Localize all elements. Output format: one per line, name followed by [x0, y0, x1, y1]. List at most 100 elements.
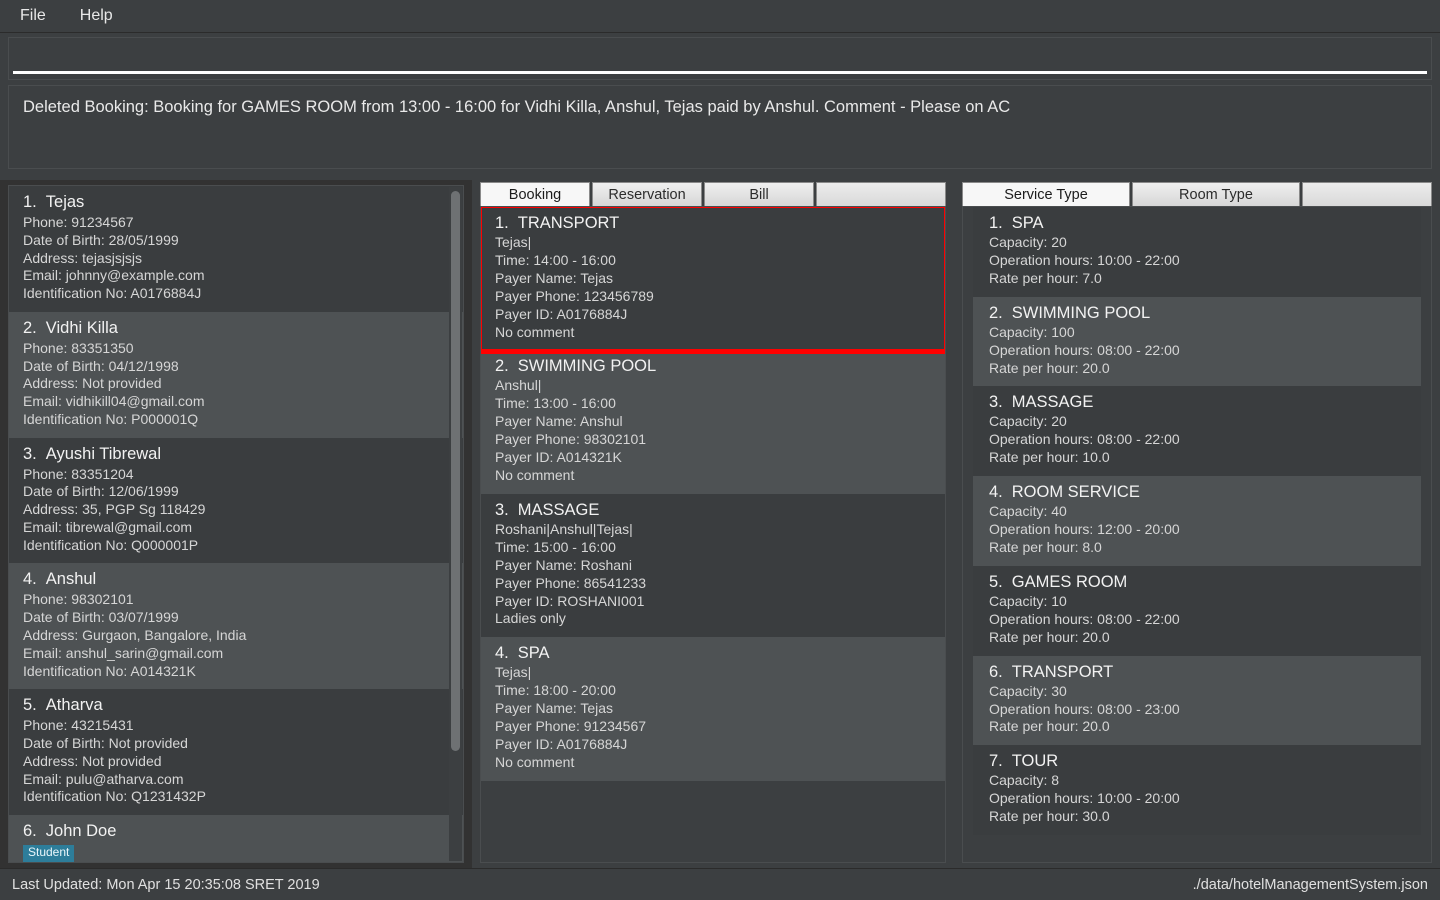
- service-rate: Rate per hour: 20.0: [989, 718, 1110, 735]
- main-content: 1. Tejas Phone: 91234567 Date of Birth: 28/…: [0, 180, 1440, 868]
- customer-name: John Doe: [45, 822, 117, 841]
- booking-index: 4.: [495, 644, 509, 663]
- service-list[interactable]: 1. SPA Capacity: 20 Operation hours: 10:00 …: [963, 207, 1431, 836]
- service-name: SWIMMING POOL: [1011, 303, 1151, 322]
- service-title: 5. GAMES ROOM: [989, 573, 1405, 592]
- booking-index: 2.: [495, 357, 509, 376]
- booking-entry[interactable]: 2. SWIMMING POOL Anshul| Time: 13:00 - 16:0…: [481, 350, 945, 494]
- customer-email: Email: anshul_sarin@gmail.com: [23, 644, 224, 661]
- service-card[interactable]: 4. ROOM SERVICE Capacity: 40 Operation hour…: [973, 476, 1421, 566]
- service-rate: Rate per hour: 20.0: [989, 359, 1110, 376]
- booking-service-name: TRANSPORT: [517, 214, 620, 232]
- service-capacity: Capacity: 40: [989, 503, 1067, 520]
- service-name: TRANSPORT: [1011, 662, 1114, 681]
- service-title: 6. TRANSPORT: [989, 663, 1405, 682]
- customer-address: Address: Not provided: [23, 752, 162, 769]
- search-input[interactable]: [13, 42, 1427, 74]
- service-card[interactable]: 5. GAMES ROOM Capacity: 10 Operation hours:…: [973, 565, 1421, 656]
- tab-service-type[interactable]: Service Type: [962, 182, 1130, 206]
- service-title: 7. TOUR: [989, 752, 1405, 771]
- service-index: 5.: [989, 572, 1003, 591]
- customer-dob: Date of Birth: 04/12/1998: [23, 357, 179, 374]
- booking-entry[interactable]: 1. TRANSPORT Tejas| Time: 14:00 - 16:00 Paye…: [481, 207, 945, 355]
- status-message-text: Deleted Booking: Booking for GAMES ROOM …: [23, 98, 1011, 116]
- booking-entry[interactable]: 4. SPA Tejas| Time: 18:00 - 20:00 Payer Name…: [481, 637, 945, 781]
- service-title: 3. MASSAGE: [989, 393, 1405, 412]
- service-name: ROOM SERVICE: [1011, 483, 1140, 502]
- booking-guests: Tejas|: [495, 664, 532, 681]
- scrollbar-thumb[interactable]: [451, 191, 460, 751]
- booking-payer-name: Payer Name: Anshul: [495, 413, 623, 430]
- booking-payer-phone: Payer Phone: 91234567: [495, 718, 647, 735]
- customer-card[interactable]: 2. Vidhi Killa Phone: 83351350 Date of Birt…: [9, 311, 463, 438]
- booking-time: Time: 13:00 - 16:00: [495, 395, 616, 412]
- service-card[interactable]: 6. TRANSPORT Capacity: 30 Operation hours: …: [973, 655, 1421, 746]
- tab-booking[interactable]: Booking: [480, 182, 590, 206]
- service-panel: Service Type Room Type 1. SPA Capacity: 20 O…: [962, 180, 1440, 868]
- service-capacity: Capacity: 30: [989, 682, 1067, 699]
- service-name: MASSAGE: [1011, 393, 1094, 412]
- customer-id: Identification No: Q1231432P: [23, 788, 206, 805]
- customer-phone: Phone: 91234567: [23, 214, 134, 230]
- customer-title: 2. Vidhi Killa: [23, 319, 449, 338]
- customer-list-scrollbar[interactable]: [449, 187, 462, 861]
- service-card[interactable]: 7. TOUR Capacity: 8 Operation hours: 10:00 …: [973, 745, 1421, 836]
- booking-comment: Ladies only: [495, 610, 566, 627]
- service-card[interactable]: 1. SPA Capacity: 20 Operation hours: 10:00 …: [973, 207, 1421, 297]
- service-index: 3.: [989, 393, 1003, 412]
- tab-reservation[interactable]: Reservation: [592, 182, 702, 206]
- service-card[interactable]: 2. SWIMMING POOL Capacity: 100 Operation ho…: [973, 296, 1421, 387]
- service-title: 1. SPA: [989, 214, 1405, 233]
- toolbar: [8, 37, 1432, 80]
- service-capacity: Capacity: 20: [989, 234, 1067, 250]
- tab-bill[interactable]: Bill: [704, 182, 814, 206]
- booking-time: Time: 14:00 - 16:00: [495, 251, 616, 268]
- booking-payer-name: Payer Name: Tejas: [495, 269, 614, 286]
- booking-tabstrip[interactable]: Booking Reservation Bill: [480, 180, 946, 206]
- booking-title: 2. SWIMMING POOL: [495, 357, 931, 376]
- customer-card[interactable]: 4. Anshul Phone: 98302101 Date of Birth: 03…: [9, 563, 463, 690]
- service-tabstrip[interactable]: Service Type Room Type: [962, 180, 1432, 206]
- customer-list[interactable]: 1. Tejas Phone: 91234567 Date of Birth: 28/…: [9, 186, 463, 862]
- menu-bar: File Help: [0, 0, 1440, 33]
- last-updated-label: Last Updated: Mon Apr 15 20:35:08 SRET 2…: [12, 876, 320, 893]
- service-capacity: Capacity: 100: [989, 323, 1075, 340]
- booking-list[interactable]: 1. TRANSPORT Tejas| Time: 14:00 - 16:00 Paye…: [481, 207, 945, 781]
- menu-item-help[interactable]: Help: [76, 5, 117, 27]
- booking-panel: Booking Reservation Bill 1. TRANSPORT Tejas|…: [472, 180, 962, 868]
- service-hours: Operation hours: 08:00 - 23:00: [989, 700, 1180, 717]
- tabstrip-filler: [816, 182, 946, 206]
- customer-card[interactable]: 5. Atharva Phone: 43215431 Date of Birth: N…: [9, 689, 463, 816]
- menu-item-file[interactable]: File: [16, 5, 50, 27]
- customer-phone: Phone: 98302101: [23, 591, 134, 608]
- service-index: 4.: [989, 483, 1003, 502]
- booking-payer-phone: Payer Phone: 86541233: [495, 574, 647, 591]
- customer-card[interactable]: 6.John DoeStudentPhone: 98765432Date of …: [9, 815, 463, 862]
- booking-title: 3. MASSAGE: [495, 501, 931, 520]
- booking-title: 1. TRANSPORT: [495, 214, 931, 233]
- service-index: 1.: [989, 214, 1003, 232]
- customer-card[interactable]: 1. Tejas Phone: 91234567 Date of Birth: 28/…: [9, 186, 463, 312]
- service-card[interactable]: 3. MASSAGE Capacity: 20 Operation hours: 08…: [973, 386, 1421, 477]
- service-index: 6.: [989, 662, 1003, 681]
- booking-index: 1.: [495, 214, 509, 232]
- tab-room-type[interactable]: Room Type: [1132, 182, 1300, 206]
- customer-email: Email: pulu@atharva.com: [23, 770, 184, 787]
- booking-entry[interactable]: 3. MASSAGE Roshani|Anshul|Tejas| Time: 15:0…: [481, 493, 945, 638]
- service-name: TOUR: [1011, 752, 1059, 771]
- customer-index: 2.: [23, 318, 37, 337]
- customer-id: Identification No: P000001Q: [23, 410, 199, 427]
- customer-id: Identification No: A014321K: [23, 662, 196, 679]
- booking-payer-id: Payer ID: A014321K: [495, 449, 622, 466]
- customer-address: Address: 35, PGP Sg 118429: [23, 501, 206, 518]
- service-capacity: Capacity: 10: [989, 592, 1067, 609]
- service-hours: Operation hours: 12:00 - 20:00: [989, 521, 1180, 538]
- customer-card[interactable]: 3. Ayushi Tibrewal Phone: 83351204 Date of …: [9, 437, 463, 564]
- customer-title: 1. Tejas: [23, 193, 449, 212]
- booking-payer-id: Payer ID: ROSHANI001: [495, 592, 645, 609]
- customer-index: 5.: [23, 696, 37, 715]
- file-path-label: ./data/hotelManagementSystem.json: [1192, 876, 1428, 893]
- customer-panel: 1. Tejas Phone: 91234567 Date of Birth: 28/…: [0, 180, 472, 868]
- booking-time: Time: 15:00 - 16:00: [495, 538, 616, 555]
- booking-payer-phone: Payer Phone: 123456789: [495, 287, 654, 304]
